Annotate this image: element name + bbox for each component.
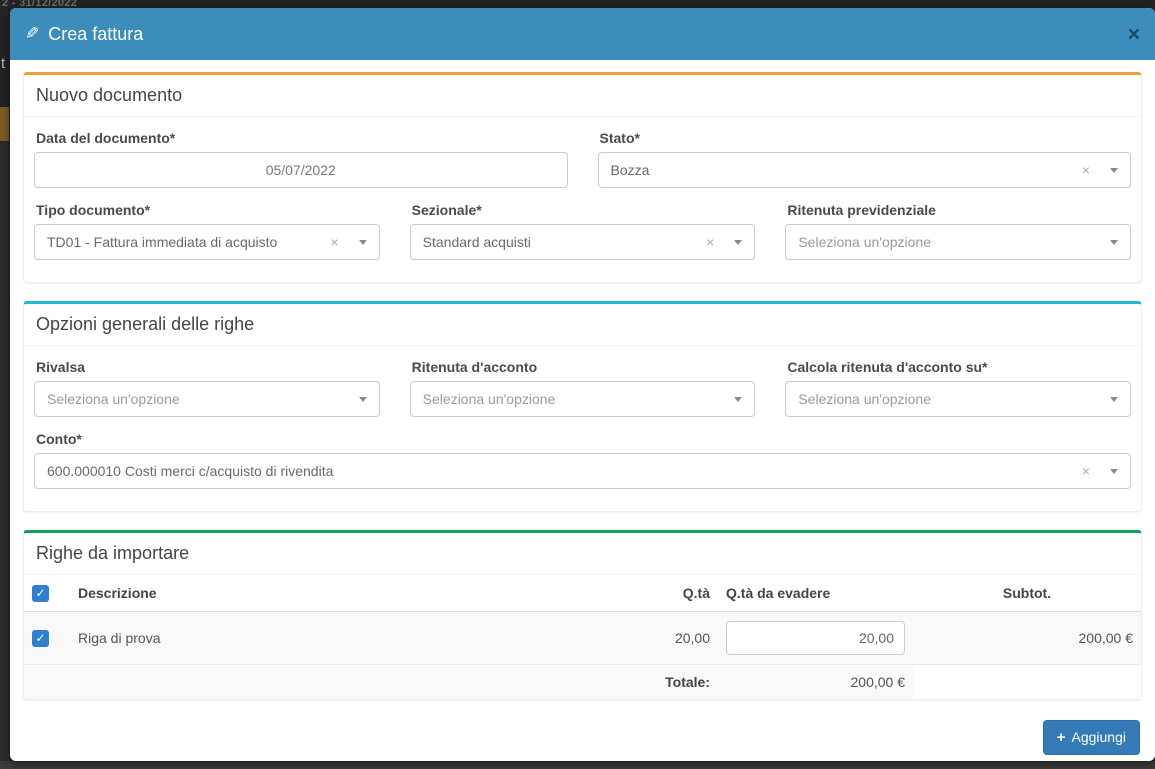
caret-down-icon xyxy=(734,239,743,245)
caret-down-icon xyxy=(1110,468,1118,474)
section-title: Righe da importare xyxy=(24,533,1141,575)
pencil-icon: ✎ xyxy=(25,24,40,43)
section-title: Nuovo documento xyxy=(24,75,1141,117)
cell-qta: 20,00 xyxy=(628,611,718,665)
caret-down-icon xyxy=(1110,167,1118,173)
cell-descrizione: Riga di prova xyxy=(70,611,628,665)
sezionale-select[interactable]: Standard acquisti × xyxy=(409,224,756,260)
backdrop-artifact xyxy=(0,107,9,141)
plus-icon: + xyxy=(1056,728,1066,746)
conto-select[interactable]: 600.000010 Costi merci c/acquisto di riv… xyxy=(34,453,1131,489)
select-placeholder: Seleziona un'opzione xyxy=(798,391,932,407)
field-sezionale: Sezionale* Standard acquisti × xyxy=(409,202,756,260)
field-stato: Stato* Bozza × xyxy=(597,130,1131,188)
ritenuta-acconto-select[interactable]: Seleziona un'opzione xyxy=(409,381,756,417)
field-tipo-documento: Tipo documento* TD01 - Fattura immediata… xyxy=(34,202,380,260)
section-righe-da-importare: Righe da importare ✓ Descrizione Q.tà Q.… xyxy=(23,530,1142,700)
header-descrizione: Descrizione xyxy=(70,575,628,612)
field-label: Tipo documento* xyxy=(36,202,151,218)
section-title: Opzioni generali delle righe xyxy=(24,304,1141,346)
field-label: Stato* xyxy=(599,130,640,146)
caret-down-icon xyxy=(734,396,743,402)
field-ritenuta-previdenziale: Ritenuta previdenziale Seleziona un'opzi… xyxy=(785,202,1132,260)
modal-body: Nuovo documento Data del documento* Stat… xyxy=(10,60,1155,761)
field-conto: Conto* 600.000010 Costi merci c/acquisto… xyxy=(34,431,1131,489)
total-value: 200,00 € xyxy=(718,664,913,699)
field-ritenuta-acconto: Ritenuta d'acconto Seleziona un'opzione xyxy=(409,359,756,417)
cell-subtot: 200,00 € xyxy=(913,611,1141,665)
add-button[interactable]: + Aggiungi xyxy=(1042,719,1140,755)
backdrop-bottom-strip xyxy=(0,761,1155,769)
clear-icon[interactable]: × xyxy=(330,235,338,249)
field-rivalsa: Rivalsa Seleziona un'opzione xyxy=(34,359,380,417)
clear-icon[interactable]: × xyxy=(1082,464,1090,478)
select-placeholder: Seleziona un'opzione xyxy=(798,234,932,250)
header-qta: Q.tà xyxy=(628,575,718,612)
caret-down-icon xyxy=(358,239,367,245)
caret-down-icon xyxy=(1110,239,1119,245)
add-button-label: Aggiungi xyxy=(1071,729,1127,746)
backdrop-left-strip xyxy=(0,141,10,769)
date-input[interactable] xyxy=(34,152,568,188)
modal-header: ✎ Crea fattura × xyxy=(10,8,1155,60)
field-label: Data del documento* xyxy=(36,130,176,146)
field-label: Calcola ritenuta d'acconto su* xyxy=(787,359,988,375)
modal-footer: + Aggiungi xyxy=(23,718,1142,761)
stato-select[interactable]: Bozza × xyxy=(597,152,1131,188)
field-calcola-ritenuta: Calcola ritenuta d'acconto su* Seleziona… xyxy=(785,359,1132,417)
select-all-checkbox[interactable]: ✓ xyxy=(32,584,49,602)
field-label: Rivalsa xyxy=(36,359,86,375)
row-checkbox[interactable]: ✓ xyxy=(32,629,49,647)
total-empty-cell xyxy=(913,664,1141,699)
tipo-documento-select[interactable]: TD01 - Fattura immediata di acquisto × xyxy=(34,224,380,260)
header-subtot: Subtot. xyxy=(913,575,1141,612)
calcola-ritenuta-select[interactable]: Seleziona un'opzione xyxy=(785,381,1132,417)
field-label: Conto* xyxy=(36,431,82,447)
check-icon: ✓ xyxy=(35,586,46,601)
caret-down-icon xyxy=(358,396,367,402)
rivalsa-select[interactable]: Seleziona un'opzione xyxy=(34,381,380,417)
modal-title: Crea fattura xyxy=(48,23,144,44)
qta-da-evadere-input[interactable] xyxy=(726,620,905,655)
clear-icon[interactable]: × xyxy=(706,235,714,249)
selected-value: TD01 - Fattura immediata di acquisto xyxy=(47,234,278,250)
close-icon[interactable]: × xyxy=(1128,24,1140,45)
selected-value: 600.000010 Costi merci c/acquisto di riv… xyxy=(47,463,334,479)
clear-icon[interactable]: × xyxy=(1082,163,1090,177)
field-data-documento: Data del documento* xyxy=(34,130,568,188)
section-nuovo-documento: Nuovo documento Data del documento* Stat… xyxy=(23,72,1142,283)
selected-value: Bozza xyxy=(610,162,650,178)
rows-table: ✓ Descrizione Q.tà Q.tà da evadere Subto… xyxy=(24,575,1141,699)
selected-value: Standard acquisti xyxy=(422,234,531,250)
field-label: Ritenuta d'acconto xyxy=(411,359,538,375)
field-label: Ritenuta previdenziale xyxy=(787,202,936,218)
select-placeholder: Seleziona un'opzione xyxy=(422,391,556,407)
ritenuta-previdenziale-select[interactable]: Seleziona un'opzione xyxy=(785,224,1132,260)
backdrop-text-fragment: t xyxy=(1,55,6,72)
table-row: ✓ Riga di prova 20,00 200,00 € xyxy=(24,611,1141,665)
caret-down-icon xyxy=(1110,396,1119,402)
crea-fattura-modal: ✎ Crea fattura × Nuovo documento Data de… xyxy=(10,8,1155,761)
total-label: Totale: xyxy=(24,664,718,699)
section-opzioni-generali: Opzioni generali delle righe Rivalsa Sel… xyxy=(23,301,1142,512)
select-placeholder: Seleziona un'opzione xyxy=(47,391,180,407)
header-qta-da-evadere: Q.tà da evadere xyxy=(718,575,913,612)
table-total-row: Totale: 200,00 € xyxy=(24,664,1141,699)
table-header-row: ✓ Descrizione Q.tà Q.tà da evadere Subto… xyxy=(24,575,1141,612)
check-icon: ✓ xyxy=(35,631,46,646)
field-label: Sezionale* xyxy=(411,202,482,218)
